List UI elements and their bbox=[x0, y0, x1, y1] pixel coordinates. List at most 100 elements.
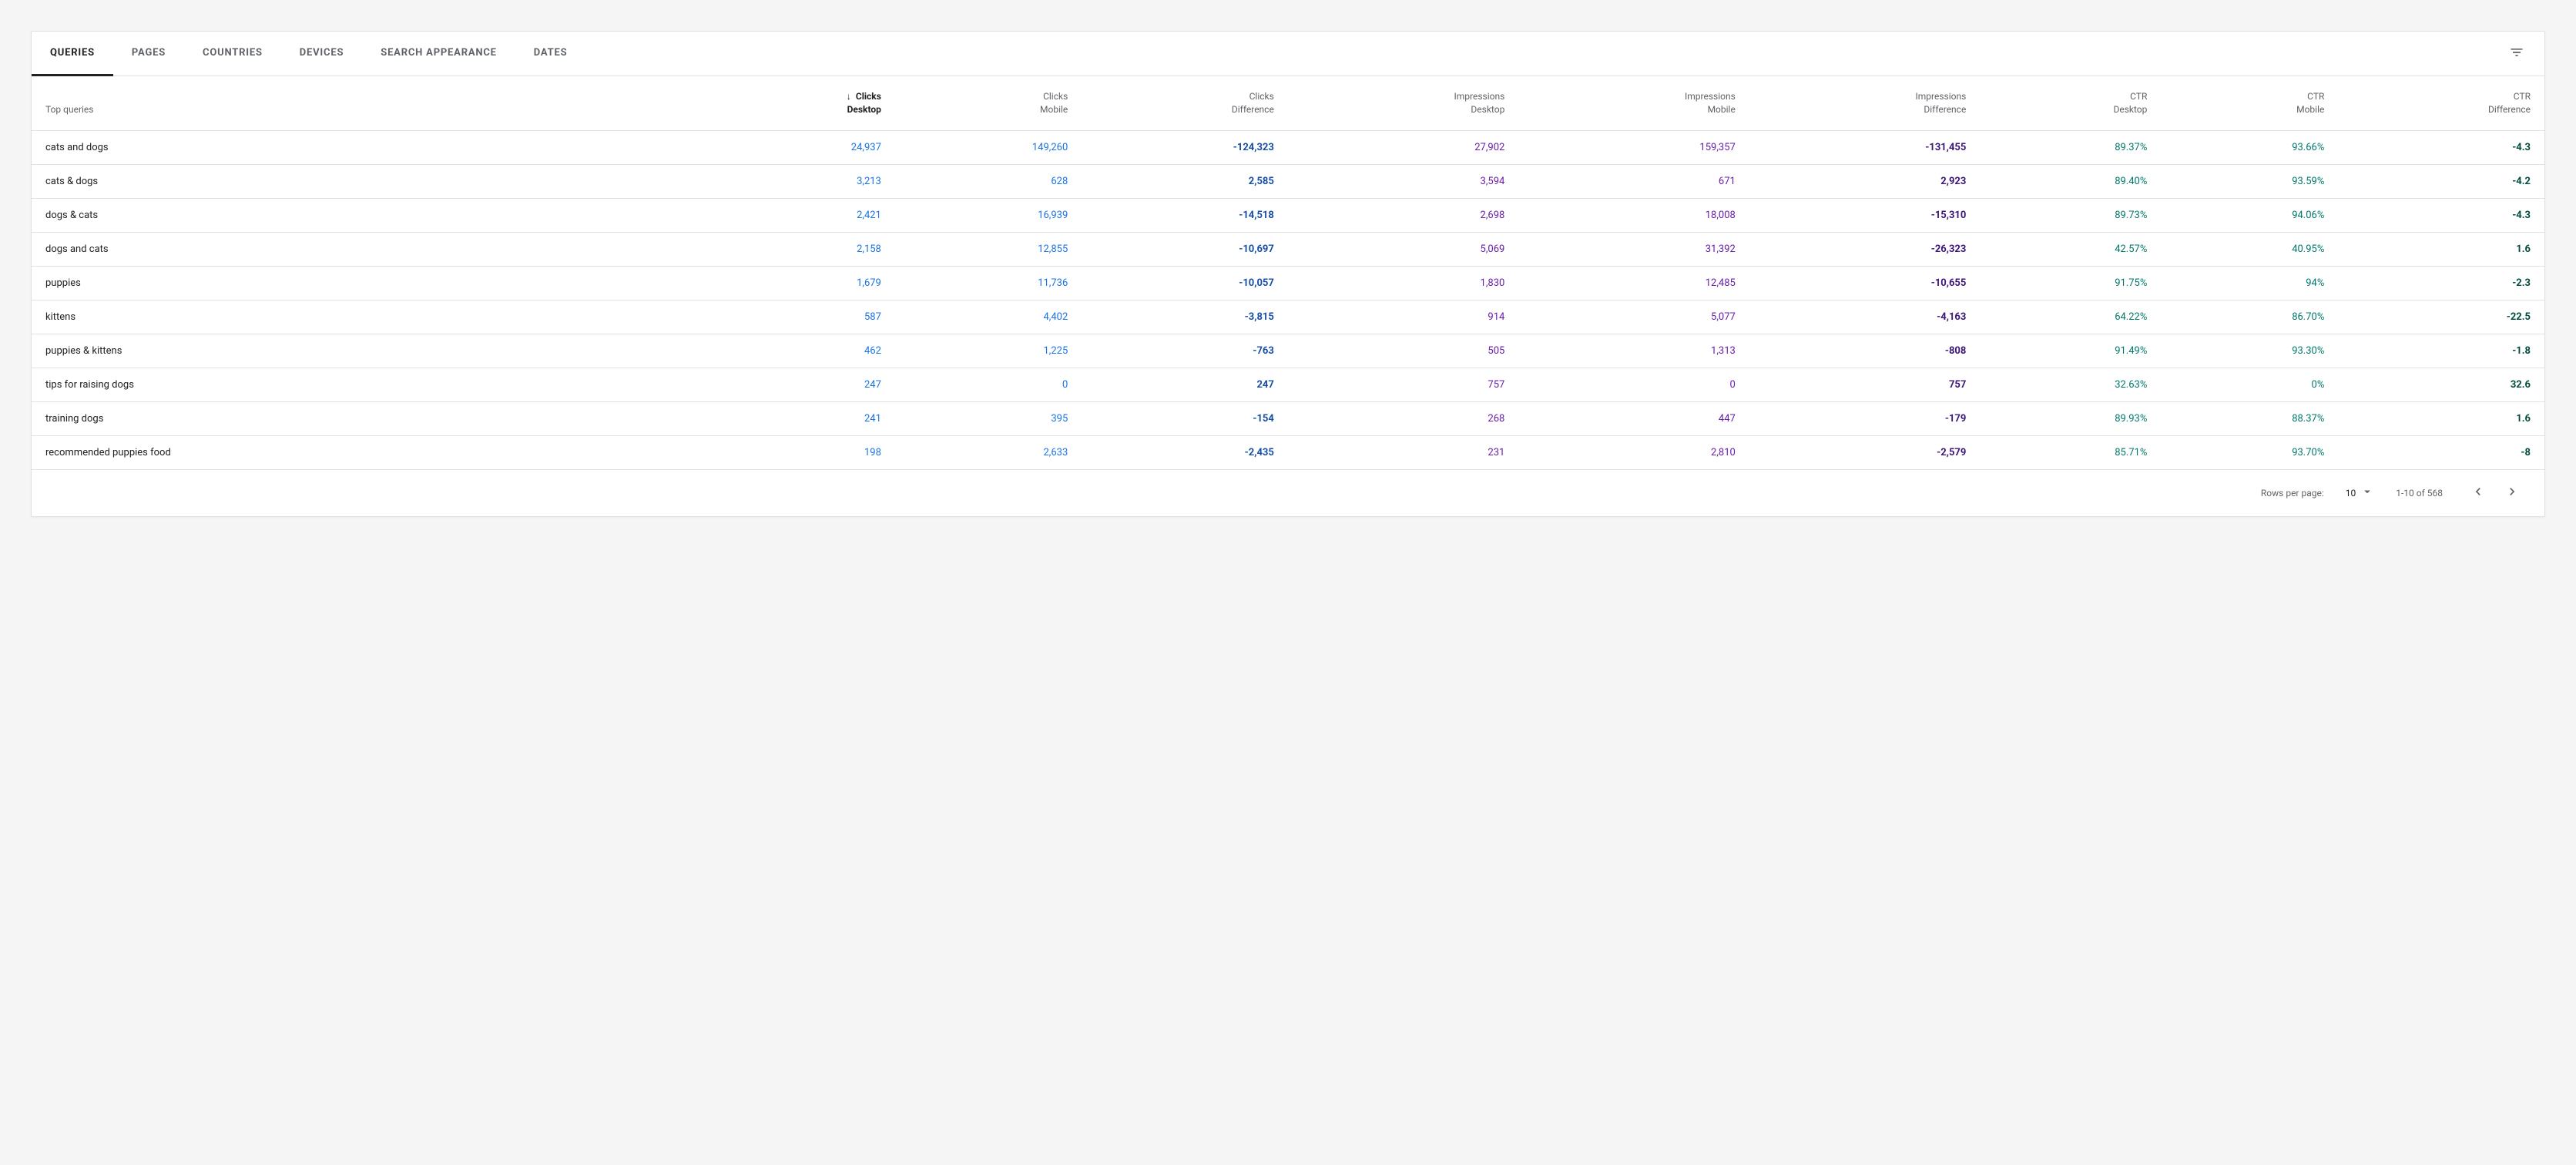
metric-cell: 40.95% bbox=[2161, 232, 2338, 266]
tab-devices[interactable]: DEVICES bbox=[281, 32, 362, 76]
column-header[interactable]: ↓ClicksDesktop bbox=[712, 76, 895, 130]
metric-cell: 32.63% bbox=[1980, 368, 2161, 401]
metric-cell: 241 bbox=[712, 401, 895, 435]
dimension-tabs: QUERIESPAGESCOUNTRIESDEVICESSEARCH APPEA… bbox=[32, 32, 2544, 76]
metric-cell: 12,485 bbox=[1518, 266, 1749, 300]
metric-cell: 447 bbox=[1518, 401, 1749, 435]
column-header-line1: Impressions bbox=[1763, 90, 1967, 103]
query-cell[interactable]: puppies bbox=[32, 266, 712, 300]
query-cell[interactable]: cats and dogs bbox=[32, 130, 712, 164]
metric-cell: 91.49% bbox=[1980, 334, 2161, 368]
metric-cell: 2,158 bbox=[712, 232, 895, 266]
metric-cell: 93.66% bbox=[2161, 130, 2338, 164]
table-row: recommended puppies food1982,633-2,43523… bbox=[32, 435, 2544, 469]
query-text: recommended puppies food bbox=[45, 447, 171, 458]
metric-cell: 31,392 bbox=[1518, 232, 1749, 266]
query-cell[interactable]: kittens bbox=[32, 300, 712, 334]
metric-cell: 247 bbox=[712, 368, 895, 401]
metric-cell: 89.93% bbox=[1980, 401, 2161, 435]
tab-countries[interactable]: COUNTRIES bbox=[184, 32, 281, 76]
pagination-range: 1-10 of 568 bbox=[2396, 488, 2443, 499]
column-header[interactable]: CTRDesktop bbox=[1980, 76, 2161, 130]
column-header-line2: Desktop bbox=[726, 103, 881, 116]
chevron-left-icon bbox=[2470, 484, 2486, 502]
metric-cell: 32.6 bbox=[2338, 368, 2544, 401]
query-cell[interactable]: dogs & cats bbox=[32, 198, 712, 232]
metric-cell: 1.6 bbox=[2338, 401, 2544, 435]
table-row: kittens5874,402-3,8159145,077-4,16364.22… bbox=[32, 300, 2544, 334]
metric-cell: 628 bbox=[895, 164, 1082, 198]
metric-cell: -10,057 bbox=[1082, 266, 1288, 300]
metric-cell: 0 bbox=[1518, 368, 1749, 401]
query-cell[interactable]: puppies & kittens bbox=[32, 334, 712, 368]
filter-button[interactable] bbox=[2501, 39, 2532, 69]
metric-cell: 268 bbox=[1288, 401, 1519, 435]
rows-per-page-label: Rows per page: bbox=[2261, 488, 2324, 499]
metric-cell: -10,697 bbox=[1082, 232, 1288, 266]
queries-table-scroll[interactable]: Top queries↓ClicksDesktopClicksMobileCli… bbox=[32, 76, 2544, 470]
column-header[interactable]: ImpressionsDifference bbox=[1749, 76, 1981, 130]
query-text: training dogs bbox=[45, 413, 103, 425]
query-cell[interactable]: cats & dogs bbox=[32, 164, 712, 198]
metric-cell: 85.71% bbox=[1980, 435, 2161, 469]
column-header[interactable]: CTRMobile bbox=[2161, 76, 2338, 130]
sort-descending-icon: ↓ bbox=[847, 90, 851, 103]
metric-cell: -808 bbox=[1749, 334, 1981, 368]
metric-cell: 1,225 bbox=[895, 334, 1082, 368]
filter-list-icon bbox=[2509, 45, 2524, 63]
query-text: cats & dogs bbox=[45, 176, 98, 187]
rows-per-page-value: 10 bbox=[2346, 488, 2356, 499]
metric-cell: 2,585 bbox=[1082, 164, 1288, 198]
metric-cell: -154 bbox=[1082, 401, 1288, 435]
column-header[interactable]: CTRDifference bbox=[2338, 76, 2544, 130]
column-header[interactable]: Top queries bbox=[32, 76, 712, 130]
table-row: puppies & kittens4621,225-7635051,313-80… bbox=[32, 334, 2544, 368]
table-row: tips for raising dogs2470247757075732.63… bbox=[32, 368, 2544, 401]
column-header[interactable]: ClicksMobile bbox=[895, 76, 1082, 130]
query-cell[interactable]: recommended puppies food bbox=[32, 435, 712, 469]
metric-cell: 89.37% bbox=[1980, 130, 2161, 164]
table-row: puppies1,67911,736-10,0571,83012,485-10,… bbox=[32, 266, 2544, 300]
metric-cell: -1.8 bbox=[2338, 334, 2544, 368]
column-header[interactable]: ClicksDifference bbox=[1082, 76, 1288, 130]
prev-page-button[interactable] bbox=[2464, 479, 2492, 507]
metric-cell: 93.59% bbox=[2161, 164, 2338, 198]
metric-cell: -22.5 bbox=[2338, 300, 2544, 334]
metric-cell: 159,357 bbox=[1518, 130, 1749, 164]
tab-pages[interactable]: PAGES bbox=[113, 32, 184, 76]
query-cell[interactable]: tips for raising dogs bbox=[32, 368, 712, 401]
tab-search-appearance[interactable]: SEARCH APPEARANCE bbox=[362, 32, 515, 76]
column-header[interactable]: ImpressionsMobile bbox=[1518, 76, 1749, 130]
query-text: dogs & cats bbox=[45, 210, 98, 221]
metric-cell: -124,323 bbox=[1082, 130, 1288, 164]
metric-cell: 1,830 bbox=[1288, 266, 1519, 300]
metric-cell: 462 bbox=[712, 334, 895, 368]
metric-cell: 1.6 bbox=[2338, 232, 2544, 266]
column-header-line2: Desktop bbox=[1302, 103, 1505, 116]
metric-cell: 914 bbox=[1288, 300, 1519, 334]
table-row: dogs & cats2,42116,939-14,5182,69818,008… bbox=[32, 198, 2544, 232]
metric-cell: 18,008 bbox=[1518, 198, 1749, 232]
metric-cell: 0 bbox=[895, 368, 1082, 401]
metric-cell: -14,518 bbox=[1082, 198, 1288, 232]
query-cell[interactable]: training dogs bbox=[32, 401, 712, 435]
query-text: kittens bbox=[45, 311, 75, 323]
metric-cell: -763 bbox=[1082, 334, 1288, 368]
column-header-line2: Desktop bbox=[1994, 103, 2147, 116]
metric-cell: 149,260 bbox=[895, 130, 1082, 164]
rows-per-page-select[interactable]: 10 bbox=[2346, 485, 2375, 501]
metric-cell: 64.22% bbox=[1980, 300, 2161, 334]
column-header-line1: CTR bbox=[2352, 90, 2531, 103]
column-header-line2: Mobile bbox=[1532, 103, 1736, 116]
metric-cell: 16,939 bbox=[895, 198, 1082, 232]
table-row: training dogs241395-154268447-17989.93%8… bbox=[32, 401, 2544, 435]
metric-cell: -8 bbox=[2338, 435, 2544, 469]
column-header[interactable]: ImpressionsDesktop bbox=[1288, 76, 1519, 130]
metric-cell: -15,310 bbox=[1749, 198, 1981, 232]
tab-queries[interactable]: QUERIES bbox=[32, 32, 113, 76]
query-cell[interactable]: dogs and cats bbox=[32, 232, 712, 266]
metric-cell: -3,815 bbox=[1082, 300, 1288, 334]
next-page-button[interactable] bbox=[2498, 479, 2526, 507]
metric-cell: 757 bbox=[1749, 368, 1981, 401]
tab-dates[interactable]: DATES bbox=[515, 32, 586, 76]
